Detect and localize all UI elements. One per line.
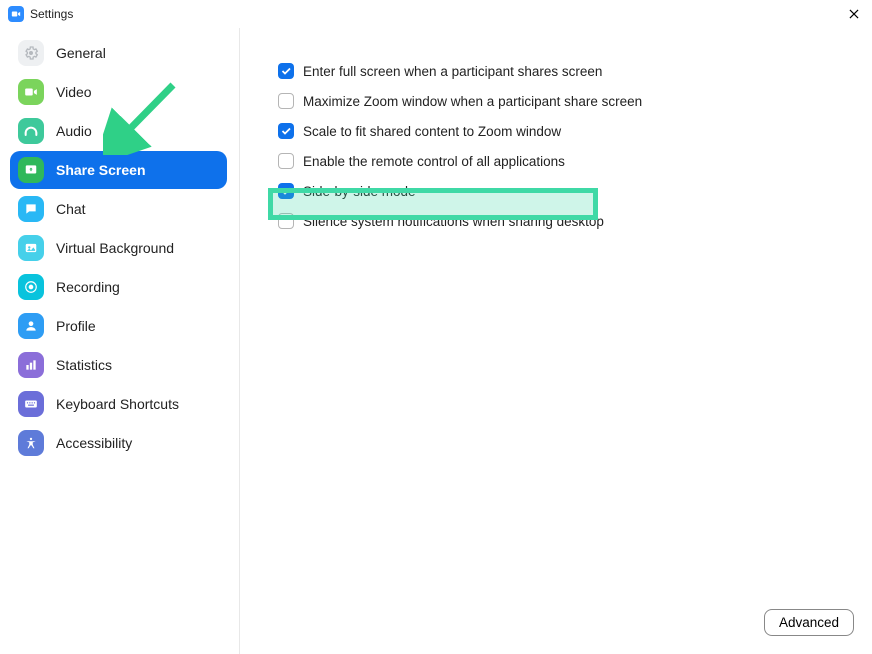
zoom-app-icon — [8, 6, 24, 22]
sidebar-item-label: Video — [56, 84, 92, 100]
video-icon — [18, 79, 44, 105]
sidebar-item-label: Virtual Background — [56, 240, 174, 256]
general-icon — [18, 40, 44, 66]
sidebar-item-keyboard-shortcuts[interactable]: Keyboard Shortcuts — [10, 385, 227, 423]
option-label: Scale to fit shared content to Zoom wind… — [303, 124, 561, 139]
sidebar-item-label: Statistics — [56, 357, 112, 373]
profile-icon — [18, 313, 44, 339]
advanced-button[interactable]: Advanced — [764, 609, 854, 636]
sidebar-item-label: Accessibility — [56, 435, 132, 451]
sidebar-item-label: Share Screen — [56, 162, 146, 178]
sidebar-item-recording[interactable]: Recording — [10, 268, 227, 306]
option-label: Enable the remote control of all applica… — [303, 154, 565, 169]
option-enter-full-screen[interactable]: Enter full screen when a participant sha… — [278, 56, 852, 86]
sidebar-item-audio[interactable]: Audio — [10, 112, 227, 150]
sidebar-item-video[interactable]: Video — [10, 73, 227, 111]
share-screen-icon — [18, 157, 44, 183]
sidebar-item-profile[interactable]: Profile — [10, 307, 227, 345]
checkbox[interactable] — [278, 93, 294, 109]
sidebar-item-virtual-background[interactable]: Virtual Background — [10, 229, 227, 267]
virtual-background-icon — [18, 235, 44, 261]
option-label: Silence system notifications when sharin… — [303, 214, 604, 229]
sidebar-item-label: Chat — [56, 201, 86, 217]
option-silence-notifications[interactable]: Silence system notifications when sharin… — [278, 206, 852, 236]
checkbox[interactable] — [278, 183, 294, 199]
checkbox[interactable] — [278, 63, 294, 79]
audio-icon — [18, 118, 44, 144]
checkbox[interactable] — [278, 153, 294, 169]
option-scale-to-fit[interactable]: Scale to fit shared content to Zoom wind… — [278, 116, 852, 146]
accessibility-icon — [18, 430, 44, 456]
checkbox[interactable] — [278, 123, 294, 139]
option-side-by-side[interactable]: Side-by-side mode — [278, 176, 852, 206]
sidebar-item-label: General — [56, 45, 106, 61]
sidebar-item-label: Recording — [56, 279, 120, 295]
sidebar-item-label: Audio — [56, 123, 92, 139]
sidebar-item-statistics[interactable]: Statistics — [10, 346, 227, 384]
settings-sidebar: General Video Audio Share Screen — [0, 28, 240, 654]
sidebar-item-label: Keyboard Shortcuts — [56, 396, 179, 412]
sidebar-item-chat[interactable]: Chat — [10, 190, 227, 228]
option-label: Maximize Zoom window when a participant … — [303, 94, 642, 109]
option-label: Side-by-side mode — [303, 184, 416, 199]
option-label: Enter full screen when a participant sha… — [303, 64, 602, 79]
checkbox[interactable] — [278, 213, 294, 229]
option-maximize-window[interactable]: Maximize Zoom window when a participant … — [278, 86, 852, 116]
chat-icon — [18, 196, 44, 222]
sidebar-item-accessibility[interactable]: Accessibility — [10, 424, 227, 462]
close-button[interactable] — [844, 4, 864, 24]
window-title: Settings — [30, 7, 73, 21]
settings-panel-share-screen: Enter full screen when a participant sha… — [240, 28, 872, 654]
keyboard-icon — [18, 391, 44, 417]
titlebar: Settings — [0, 0, 872, 28]
sidebar-item-share-screen[interactable]: Share Screen — [10, 151, 227, 189]
statistics-icon — [18, 352, 44, 378]
sidebar-item-general[interactable]: General — [10, 34, 227, 72]
option-remote-control[interactable]: Enable the remote control of all applica… — [278, 146, 852, 176]
sidebar-item-label: Profile — [56, 318, 96, 334]
recording-icon — [18, 274, 44, 300]
